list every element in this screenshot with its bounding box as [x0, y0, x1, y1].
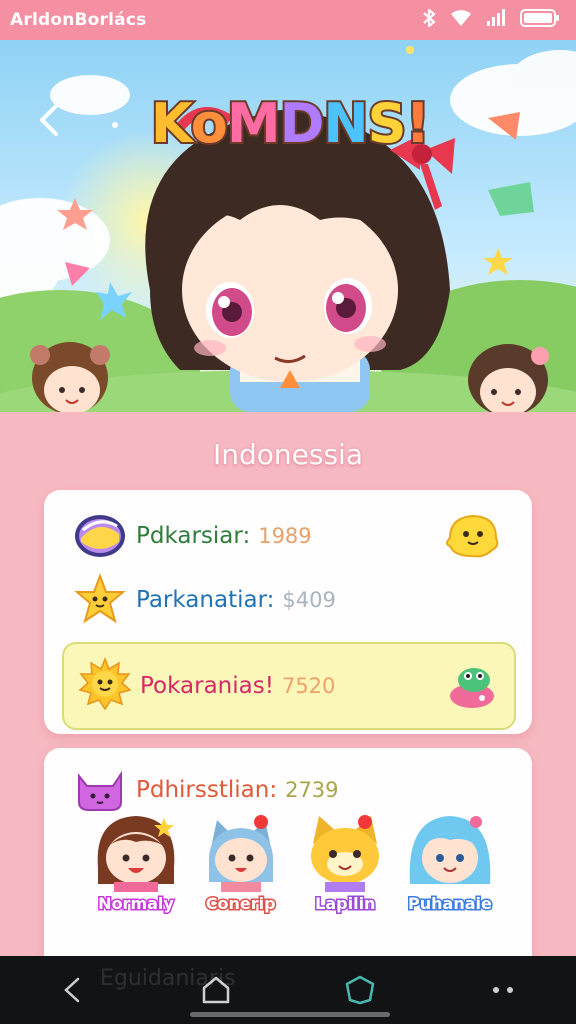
hero-title-letter: K — [149, 90, 194, 157]
recents-nav-icon — [345, 975, 375, 1005]
status-icons — [422, 8, 560, 32]
wifi-icon — [450, 9, 472, 31]
back-button[interactable] — [28, 98, 72, 142]
nav-back-button[interactable] — [42, 965, 102, 1015]
signal-icon — [486, 9, 506, 31]
main-character — [145, 107, 455, 412]
sun-face-icon — [78, 656, 132, 715]
hero-title-letter: N — [321, 90, 370, 157]
frog-icon — [444, 658, 500, 718]
character-name: Conerip — [204, 893, 277, 915]
stat-label: Pokaranias! — [140, 673, 274, 699]
gesture-handle[interactable] — [190, 1012, 390, 1017]
character-item[interactable]: Normaly — [88, 808, 184, 915]
back-nav-icon — [64, 977, 80, 1003]
brown-hair-girl-avatar — [97, 816, 175, 892]
stat-label: Parkanatiar: — [136, 587, 275, 613]
characters-value: 2739 — [285, 778, 339, 802]
characters-label: Pdhirsstlian: — [136, 777, 278, 803]
yellow-cat-avatar — [311, 815, 380, 892]
stats-card: Pdkarsiar: 1989 Parkanatiar: $409 Pokara… — [44, 490, 532, 734]
blue-cat-ear-avatar — [208, 815, 273, 892]
stat-row[interactable]: Parkanatiar: $409 — [72, 572, 336, 628]
hero-title: KoMDNS! — [130, 90, 450, 157]
nav-ghost-text: Eguidaniaris — [100, 966, 236, 991]
stat-label: Pdkarsiar: — [136, 523, 251, 549]
hero-banner: KoMDNS! — [0, 40, 576, 412]
stat-row[interactable]: Pdkarsiar: 1989 — [72, 508, 312, 564]
hero-title-letter: S — [366, 90, 409, 157]
hero-title-letter: M — [225, 90, 283, 157]
more-nav-icon — [493, 987, 513, 993]
yellow-blob-icon — [444, 510, 502, 566]
status-bar: ArldonBorlács — [0, 0, 576, 40]
character-name: Lapilin — [314, 893, 377, 915]
star-face-icon — [72, 572, 128, 628]
nav-more-button[interactable] — [474, 965, 534, 1015]
characters-card: Pdhirsstlian: 2739 Normaly Conerip Lapil… — [44, 748, 532, 978]
app-name: ArldonBorlács — [10, 10, 147, 30]
bluetooth-icon — [422, 8, 436, 32]
character-list: Normaly Conerip Lapilin Puhanaie — [88, 808, 498, 915]
hero-title-letter: o — [189, 90, 230, 157]
back-arrow-icon — [40, 104, 58, 136]
stat-value: 7520 — [281, 674, 336, 698]
nav-recents-button[interactable] — [330, 965, 390, 1015]
character-item[interactable]: Lapilin — [297, 808, 393, 915]
blue-hair-girl-avatar — [409, 816, 491, 884]
country-label: Indonessia — [213, 438, 363, 471]
hero-title-letter: ! — [404, 90, 433, 157]
right-chibi — [468, 344, 549, 412]
highlighted-stat-row[interactable]: Pokaranias! 7520 — [62, 642, 516, 730]
stat-value: 1989 — [258, 524, 312, 548]
battery-icon — [520, 9, 560, 31]
character-item[interactable]: Puhanaie — [402, 808, 498, 915]
character-name: Normaly — [97, 893, 176, 915]
capsule-icon — [72, 508, 128, 564]
stat-value: $409 — [282, 588, 336, 612]
character-item[interactable]: Conerip — [193, 808, 289, 915]
left-chibi — [30, 342, 110, 412]
character-name: Puhanaie — [407, 893, 494, 915]
hero-title-letter: D — [278, 90, 327, 157]
